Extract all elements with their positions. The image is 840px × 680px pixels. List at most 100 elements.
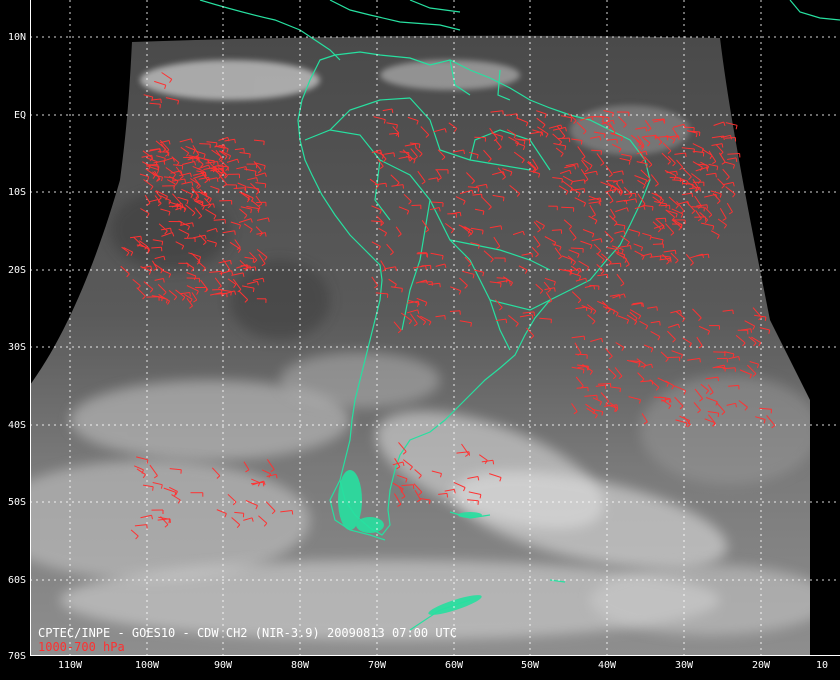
pressure-level-label: 1000-700 hPa [38,640,125,654]
wind-barb-flag [603,133,606,138]
image-caption: CPTEC/INPE - GOES10 - CDW CH2 (NIR-3.9) … [38,626,458,640]
wind-barb-flag [254,171,257,176]
wind-barb-flag [500,283,502,288]
wind-barb-flag [470,322,472,327]
wind-barb-flag [523,140,526,145]
wind-barb-flag [608,117,610,122]
wind-barb-flag [257,208,260,213]
wind-barb-flag [160,98,162,104]
wind-barb-flag [234,139,236,144]
wind-barb-flag [234,230,236,235]
axis-left-rule [30,0,31,656]
wind-barb-flag [659,321,661,326]
wind-barb-flag [750,328,752,333]
wind-barb-flag [516,113,518,118]
wind-barb-flag [477,476,480,481]
wind-barb-flag [151,155,153,160]
lat-label-eq: EQ [13,110,26,121]
wind-barb-flag [252,258,255,263]
wind-barb-flag [717,377,719,382]
wind-barb-flag [651,380,654,385]
lon-label-40w: 40W [597,660,617,671]
wind-barb [684,126,695,129]
wind-barb-flag [257,188,260,193]
wind-barb-flag [580,140,583,145]
satellite-image [30,0,840,655]
wind-barb-flag [429,499,431,505]
wind-barb-flag [676,171,678,176]
wind-barb-flag [213,160,215,165]
wind-barb-flag [717,413,720,418]
wind-barb-flag [617,249,619,254]
wind-barb-flag [401,288,403,293]
wind-barb-flag [391,108,394,113]
wind-barb [691,206,705,208]
wind-barb-flag [425,265,427,270]
lat-label-10s: 10S [7,187,26,198]
wind-barb [496,277,507,279]
wind-barb-flag [152,486,154,491]
wind-barb-flag [444,315,446,320]
wind-barb-flag [216,177,219,182]
earth-disc [30,35,810,655]
lon-label-80w: 80W [290,660,310,671]
map-canvas [30,0,840,655]
wind-barb-flag [140,236,142,241]
wind-barb-flag [599,201,601,206]
wind-barb-flag [418,143,421,149]
wind-barb-flag [735,125,738,130]
lat-label-60s: 60S [7,575,26,586]
wind-barb-flag [170,228,172,233]
wind-barb [401,484,414,486]
lon-label-100w: 100W [134,660,160,671]
wind-barb [589,284,599,287]
wind-barb [561,206,574,209]
wind-barb-flag [623,225,626,230]
wind-barb-flag [492,460,495,465]
wind-barb [660,204,670,207]
wind-barb-flag [706,204,708,209]
wind-barb-flag [583,179,586,184]
wind-barb-flag [157,166,160,171]
wind-barb-flag [168,519,171,524]
wind-barb-flag [582,369,585,374]
wind-barb-flag [554,287,556,292]
wind-barb-flag [441,255,444,260]
wind-barb-flag [732,309,734,315]
wind-barb-flag [685,152,687,158]
wind-barb-flag [291,510,294,515]
wind-barb-flag [670,258,672,263]
wind-barb-flag [604,385,607,390]
wind-barb [570,247,584,250]
wind-barb-flag [385,183,387,188]
lat-label-30s: 30S [7,342,26,353]
wind-barb-flag [161,241,164,246]
wind-barb-flag [656,306,658,311]
wind-barb-flag [393,152,395,157]
wind-barb-flag [583,336,586,341]
wind-barb-flag [541,131,544,136]
wind-barb-flag [583,188,586,193]
wind-barb-flag [678,135,680,140]
wind-barb-flag [577,163,579,168]
lat-label-70s: 70S [7,651,26,662]
wind-barb-flag [735,157,738,162]
lon-label-10w: 10 [815,660,829,671]
wind-barb-flag [402,184,404,189]
wind-barb [575,353,588,356]
wind-barb-flag [721,143,724,148]
wind-barb-flag [482,230,484,235]
lat-label-50s: 50S [7,497,26,508]
wind-barb-flag [619,388,621,393]
wind-barb-flag [189,292,191,297]
wind-barb [213,219,226,221]
wind-barb [199,143,211,145]
wind-barb-flag [264,183,267,188]
wind-barb-flag [217,161,219,166]
wind-barb-flag [531,253,533,258]
wind-barb-flag [715,173,717,178]
lon-label-60w: 60W [444,660,464,671]
wind-barb-flag [396,124,398,129]
lat-label-10n: 10N [7,32,26,43]
wind-barb-flag [500,225,503,230]
